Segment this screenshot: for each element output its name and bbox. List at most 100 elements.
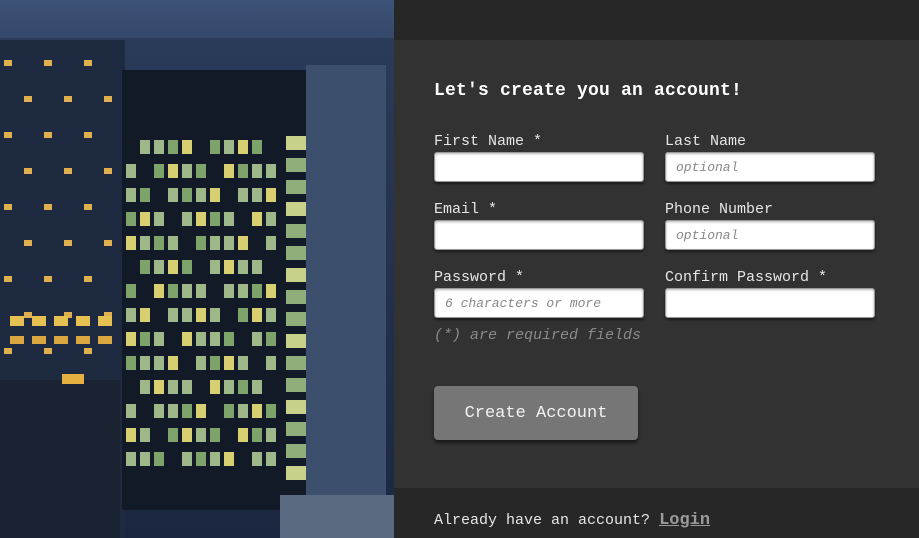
window-light bbox=[182, 452, 192, 466]
window-light bbox=[54, 336, 68, 344]
window-light bbox=[4, 204, 12, 210]
window-light bbox=[224, 164, 234, 178]
window-light bbox=[76, 336, 90, 344]
window-light bbox=[168, 236, 178, 250]
window-light bbox=[224, 212, 234, 226]
window-light bbox=[4, 276, 12, 282]
window-light bbox=[224, 332, 234, 346]
window-light bbox=[210, 356, 220, 370]
phone-field[interactable] bbox=[665, 220, 875, 250]
window-light bbox=[196, 236, 206, 250]
window-light bbox=[196, 404, 206, 418]
window-light bbox=[238, 404, 248, 418]
window-light bbox=[168, 308, 178, 322]
window-light bbox=[182, 332, 192, 346]
window-light bbox=[266, 284, 276, 298]
window-light bbox=[238, 308, 248, 322]
login-link[interactable]: Login bbox=[659, 511, 710, 530]
window-light bbox=[32, 336, 46, 344]
window-light bbox=[182, 260, 192, 274]
window-light bbox=[238, 284, 248, 298]
window-light bbox=[196, 356, 206, 370]
window-light bbox=[286, 378, 306, 392]
window-light bbox=[168, 260, 178, 274]
window-light bbox=[98, 316, 112, 326]
window-light bbox=[286, 356, 306, 370]
window-light bbox=[252, 380, 262, 394]
center-tower bbox=[122, 70, 310, 510]
window-light bbox=[32, 316, 46, 326]
window-light bbox=[154, 356, 164, 370]
window-light bbox=[196, 284, 206, 298]
window-light bbox=[238, 140, 248, 154]
window-light bbox=[126, 452, 136, 466]
window-light bbox=[168, 164, 178, 178]
window-light bbox=[286, 180, 306, 194]
window-light bbox=[168, 284, 178, 298]
password-field[interactable] bbox=[434, 288, 644, 318]
window-light bbox=[44, 60, 52, 66]
window-light bbox=[98, 336, 112, 344]
window-light bbox=[84, 60, 92, 66]
window-light bbox=[140, 380, 150, 394]
window-light bbox=[140, 332, 150, 346]
form-title: Let's create you an account! bbox=[434, 81, 743, 101]
window-light bbox=[24, 96, 32, 102]
window-light bbox=[140, 212, 150, 226]
window-light bbox=[126, 428, 136, 442]
window-light bbox=[252, 308, 262, 322]
window-light bbox=[238, 236, 248, 250]
window-light bbox=[266, 188, 276, 202]
window-light bbox=[252, 404, 262, 418]
window-light bbox=[210, 332, 220, 346]
window-light bbox=[140, 260, 150, 274]
window-light bbox=[168, 140, 178, 154]
email-field[interactable] bbox=[434, 220, 644, 250]
window-light bbox=[62, 374, 84, 384]
last-name-field[interactable] bbox=[665, 152, 875, 182]
window-light bbox=[154, 140, 164, 154]
confirm-password-field[interactable] bbox=[665, 288, 875, 318]
window-light bbox=[286, 136, 306, 150]
window-light bbox=[44, 276, 52, 282]
window-light bbox=[44, 204, 52, 210]
window-light bbox=[182, 140, 192, 154]
window-light bbox=[286, 312, 306, 326]
window-light bbox=[266, 308, 276, 322]
window-light bbox=[182, 404, 192, 418]
window-light bbox=[182, 164, 192, 178]
window-light bbox=[126, 212, 136, 226]
window-light bbox=[4, 348, 12, 354]
window-light bbox=[286, 444, 306, 458]
window-light bbox=[210, 260, 220, 274]
window-light bbox=[168, 404, 178, 418]
window-light bbox=[182, 284, 192, 298]
window-light bbox=[76, 316, 90, 326]
window-light bbox=[10, 336, 24, 344]
window-light bbox=[210, 428, 220, 442]
first-name-field[interactable] bbox=[434, 152, 644, 182]
window-light bbox=[168, 428, 178, 442]
window-light bbox=[210, 188, 220, 202]
window-light bbox=[266, 404, 276, 418]
window-light bbox=[266, 236, 276, 250]
window-light bbox=[224, 140, 234, 154]
window-light bbox=[224, 260, 234, 274]
sky-band bbox=[0, 0, 394, 38]
window-light bbox=[286, 422, 306, 436]
window-light bbox=[140, 236, 150, 250]
window-light bbox=[154, 452, 164, 466]
window-light bbox=[286, 224, 306, 238]
required-fields-note: (*) are required fields bbox=[434, 327, 642, 344]
window-light bbox=[10, 316, 24, 326]
first-name-label: First Name * bbox=[434, 133, 543, 150]
window-light bbox=[182, 428, 192, 442]
window-light bbox=[196, 332, 206, 346]
window-light bbox=[252, 212, 262, 226]
window-light bbox=[238, 260, 248, 274]
last-name-label: Last Name bbox=[665, 133, 747, 150]
window-light bbox=[238, 380, 248, 394]
create-account-button[interactable]: Create Account bbox=[434, 386, 638, 440]
window-light bbox=[266, 212, 276, 226]
window-light bbox=[104, 96, 112, 102]
